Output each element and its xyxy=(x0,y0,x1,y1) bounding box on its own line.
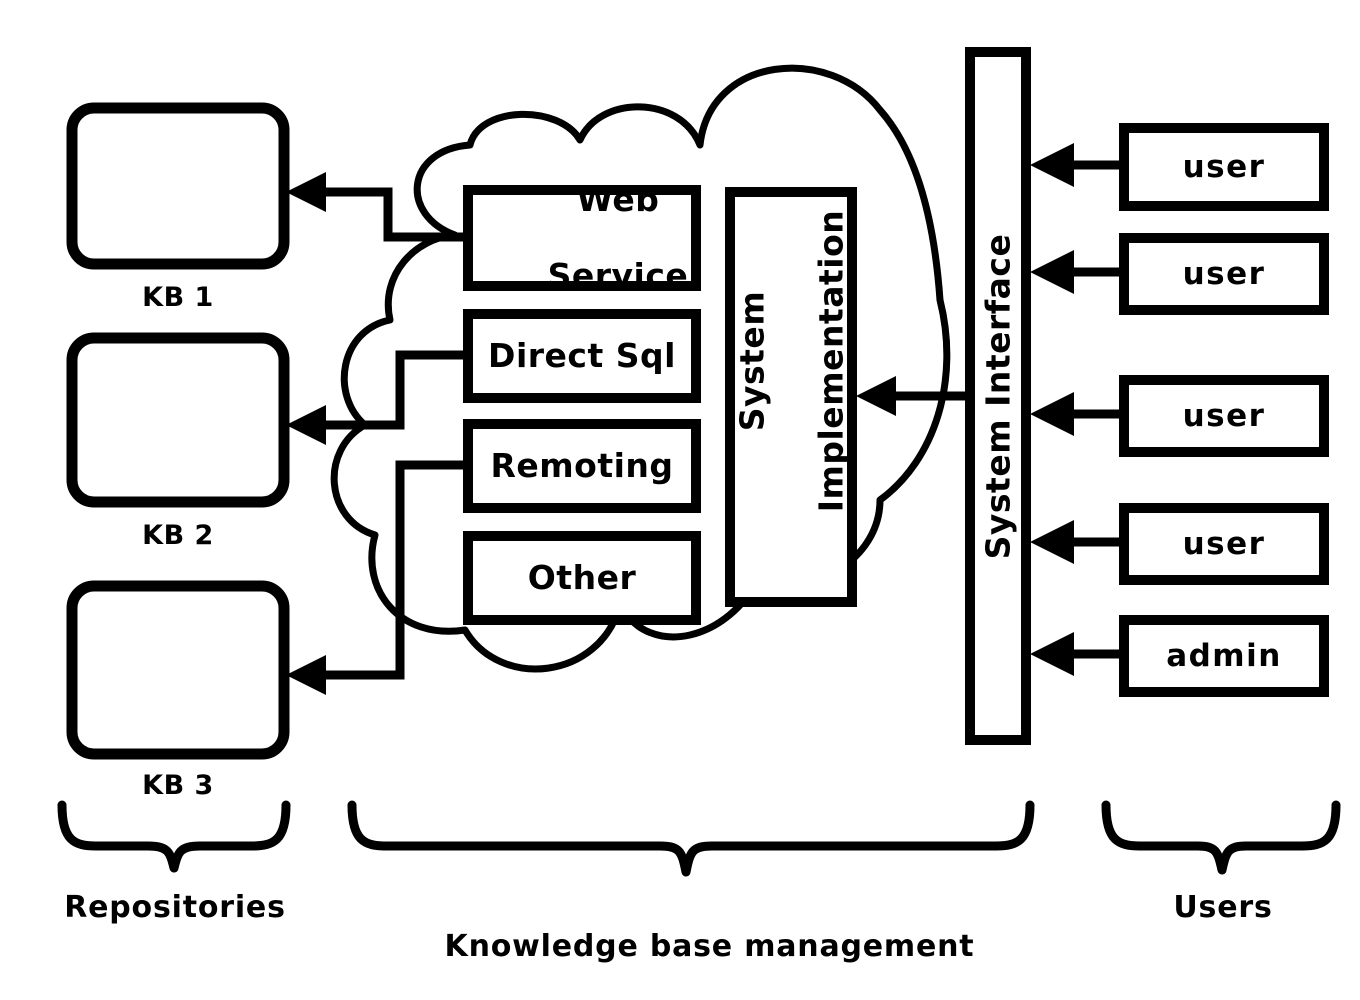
user-label-4-wrap: admin xyxy=(1124,620,1324,692)
system-implementation-label-line1: System xyxy=(731,290,771,432)
access-method-label-2-wrap: Remoting xyxy=(468,424,696,508)
arrowhead-kb2 xyxy=(286,405,326,445)
kb-2-caption: KB 2 xyxy=(142,520,214,551)
user-label-2: user xyxy=(1182,398,1266,434)
kbms-group-label: Knowledge base management system xyxy=(382,888,992,1000)
user-label-1-wrap: user xyxy=(1124,238,1324,310)
kbms-group-label-line1: Knowledge base management xyxy=(444,929,975,964)
arrowhead-interface-1 xyxy=(1030,250,1074,294)
user-label-2-wrap: user xyxy=(1124,380,1324,452)
arrowhead-interface-4 xyxy=(1030,632,1074,676)
access-method-label-1: Direct Sql xyxy=(488,336,676,376)
system-implementation-label: System Implementation xyxy=(692,210,890,584)
arrowhead-interface-2 xyxy=(1030,392,1074,436)
user-label-3: user xyxy=(1182,526,1266,562)
arrowhead-interface-3 xyxy=(1030,520,1074,564)
system-implementation-label-wrap: System Implementation xyxy=(730,192,852,602)
user-label-1: user xyxy=(1182,256,1266,292)
access-method-label-1-wrap: Direct Sql xyxy=(468,314,696,398)
access-method-label-2: Remoting xyxy=(490,446,674,486)
arrowhead-kb3 xyxy=(286,655,326,695)
user-label-0: user xyxy=(1182,149,1266,185)
access-method-label-3-wrap: Other xyxy=(468,536,696,620)
access-method-label-0-line2: Service xyxy=(547,255,689,295)
access-method-label-0: Web Service xyxy=(468,143,696,333)
brace-users xyxy=(1101,800,1341,875)
brace-kbms xyxy=(347,800,1035,877)
user-label-3-wrap: user xyxy=(1124,508,1324,580)
kb-1-caption: KB 1 xyxy=(142,282,214,313)
arrowhead-kb1 xyxy=(286,172,326,212)
user-label-4: admin xyxy=(1166,638,1282,674)
kb-2-shape xyxy=(66,332,290,508)
kb-3-shape xyxy=(66,580,290,760)
kb-3-caption: KB 3 xyxy=(142,770,214,801)
brace-repositories xyxy=(57,800,291,873)
access-method-label-3: Other xyxy=(527,558,637,598)
system-interface-label: System Interface xyxy=(978,233,1018,559)
kb-1-shape xyxy=(66,102,290,270)
system-implementation-label-line2: Implementation xyxy=(810,209,850,513)
access-method-label-0-wrap: Web Service xyxy=(468,181,696,295)
access-method-label-0-line1: Web xyxy=(576,180,660,220)
arrowhead-interface-0 xyxy=(1030,143,1074,187)
system-interface-label-wrap: System Interface xyxy=(970,52,1026,740)
repositories-group-label: Repositories xyxy=(64,890,286,925)
diagram-canvas: KB 1 KB 2 KB 3 Web Service Direct Sql Re… xyxy=(0,0,1360,1000)
users-group-label: Users xyxy=(1173,890,1273,925)
user-label-0-wrap: user xyxy=(1124,128,1324,206)
